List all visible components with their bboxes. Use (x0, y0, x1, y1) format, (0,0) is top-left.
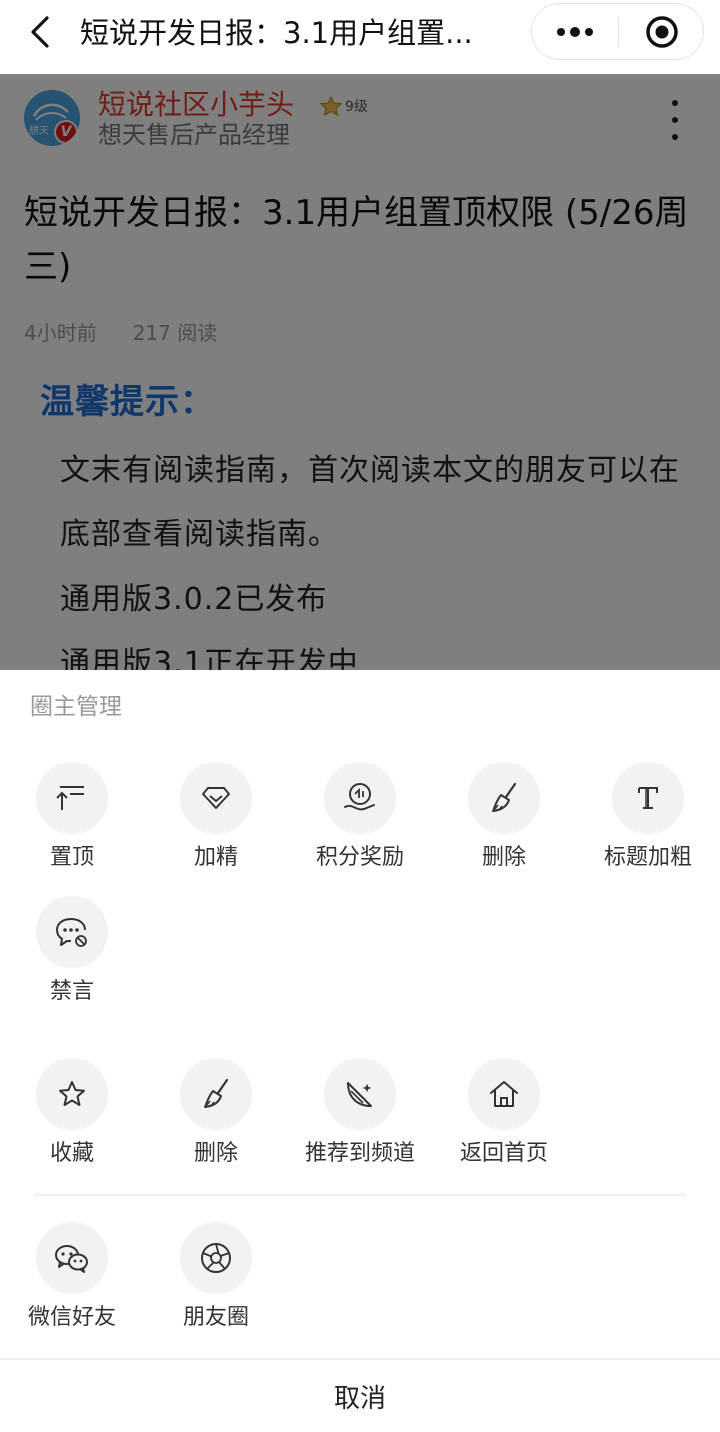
mute-button[interactable]: 禁言 (0, 896, 144, 1016)
action-label: 删除 (481, 845, 526, 870)
bold-t-icon (638, 787, 658, 809)
reward-points-button[interactable]: 积分奖励 (288, 762, 432, 882)
miniprogram-capsule (531, 3, 704, 60)
action-label: 推荐到频道 (304, 1141, 415, 1166)
mute-chat-icon (56, 918, 87, 947)
sheet-divider (34, 1194, 686, 1196)
action-label: 朋友圈 (182, 1305, 249, 1330)
more-menu-button[interactable] (532, 4, 618, 59)
broom-icon (492, 782, 517, 812)
favorite-button[interactable]: 收藏 (0, 1058, 144, 1178)
delete-post-button[interactable]: 删除 (144, 1058, 288, 1178)
share-wechat-friend-button[interactable]: 微信好友 (0, 1222, 144, 1342)
pin-top-button[interactable]: 置顶 (0, 762, 144, 882)
page-title: 短说开发日报：3.1用户组置... (80, 16, 473, 50)
diamond-icon (202, 787, 230, 809)
post-detail: 想天 V 短说社区小芋头 9级 想天售后产品经理 短说开发日报：3.1用户组置顶… (0, 74, 720, 670)
close-miniprogram-button[interactable] (619, 4, 704, 59)
action-label: 积分奖励 (315, 845, 404, 870)
delete-button[interactable]: 删除 (432, 762, 576, 882)
action-label: 置顶 (49, 845, 94, 870)
star-icon (59, 1081, 85, 1106)
action-label: 加精 (193, 845, 238, 870)
back-button[interactable] (22, 14, 58, 50)
target-close-icon (645, 15, 678, 48)
action-label: 返回首页 (459, 1141, 548, 1166)
action-label: 标题加粗 (603, 845, 692, 870)
action-label: 微信好友 (27, 1305, 116, 1330)
section-label: 圈主管理 (30, 694, 122, 720)
recommend-channel-button[interactable]: 推荐到频道 (288, 1058, 432, 1178)
action-label: 禁言 (49, 979, 94, 1004)
recommend-icon (347, 1082, 372, 1107)
broom-icon (204, 1078, 229, 1108)
pin-top-icon (56, 786, 84, 810)
reward-hand-icon (344, 783, 375, 811)
share-moments-button[interactable]: 朋友圈 (144, 1222, 288, 1342)
action-sheet: 圈主管理 置顶 加精 积分奖励 删除 标题加粗 禁言 收藏 删除 推荐到频道 返… (0, 670, 720, 1432)
back-home-button[interactable]: 返回首页 (432, 1058, 576, 1178)
wechat-icon (55, 1245, 88, 1273)
moments-icon (201, 1243, 231, 1273)
action-label: 删除 (193, 1141, 238, 1166)
home-icon (490, 1081, 518, 1107)
back-arrow-icon (31, 16, 49, 48)
essence-button[interactable]: 加精 (144, 762, 288, 882)
cancel-button[interactable]: 取消 (0, 1360, 720, 1432)
top-nav-bar: 短说开发日报：3.1用户组置... (0, 0, 720, 74)
more-dots-icon (557, 26, 593, 37)
action-label: 收藏 (49, 1141, 94, 1166)
bold-title-button[interactable]: 标题加粗 (576, 762, 720, 882)
modal-backdrop[interactable] (0, 74, 720, 670)
